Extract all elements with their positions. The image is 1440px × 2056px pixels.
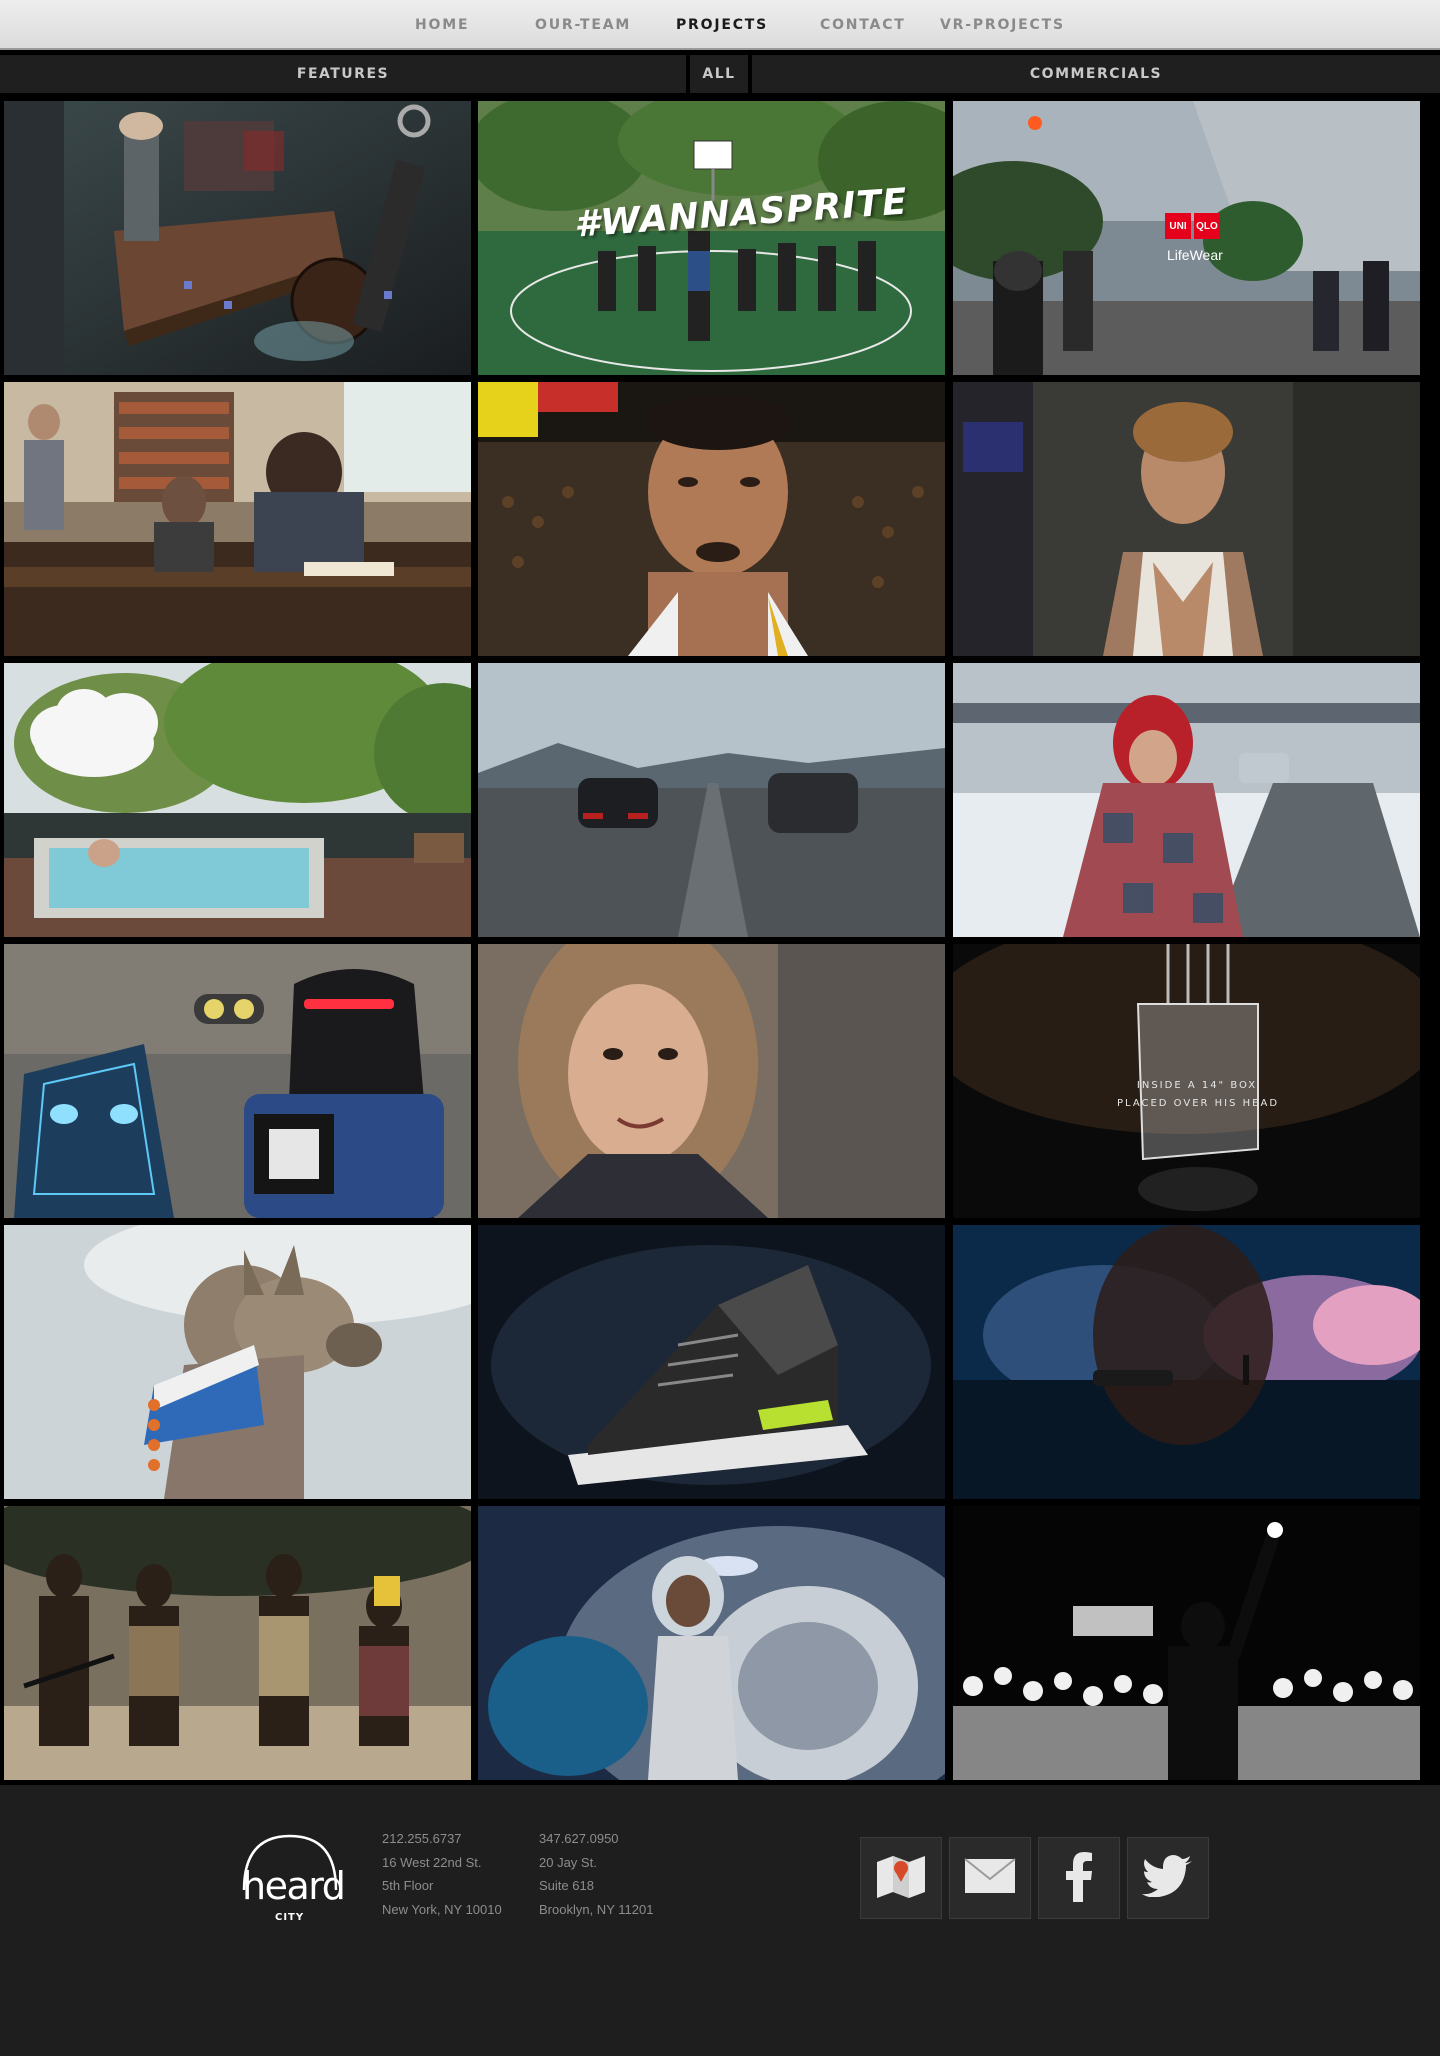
map-icon xyxy=(873,1852,929,1905)
filter-commercials[interactable]: COMMERCIALS xyxy=(752,55,1440,93)
project-tile-woman-closeup[interactable] xyxy=(478,944,945,1218)
project-grid: #WANNASPRITE UNI QLO LifeWear INSIDE A 1… xyxy=(0,99,1440,1785)
project-tile-basketball-player[interactable] xyxy=(478,382,945,656)
project-tile-portrait-drape[interactable] xyxy=(953,382,1420,656)
uniqlo-tagline: LifeWear xyxy=(1167,247,1223,263)
project-tile-library[interactable] xyxy=(4,382,471,656)
address-line: 20 Jay St. xyxy=(539,1854,597,1870)
project-tile-llama[interactable] xyxy=(4,1225,471,1499)
nav-projects[interactable]: PROJECTS xyxy=(676,17,768,33)
heard-city-logo[interactable]: heard CITY xyxy=(240,1828,346,1938)
project-tile-astronaut[interactable] xyxy=(478,1506,945,1780)
project-tile-robots[interactable] xyxy=(4,944,471,1218)
address-line: 16 West 22nd St. xyxy=(382,1854,482,1870)
project-tile-soldiers[interactable] xyxy=(4,1506,471,1780)
top-nav: HOME OUR-TEAM PROJECTS CONTACT VR-PROJEC… xyxy=(0,0,1440,50)
project-tile-wannasprite[interactable]: #WANNASPRITE xyxy=(478,101,945,375)
uniqlo-logo-left: UNI xyxy=(1165,213,1191,239)
logo-sub: CITY xyxy=(275,1912,305,1923)
project-tile-uniqlo[interactable]: UNI QLO LifeWear xyxy=(953,101,1420,375)
nav-home[interactable]: HOME xyxy=(415,17,469,33)
map-button[interactable] xyxy=(860,1837,942,1919)
project-tile-racing-cars[interactable] xyxy=(478,663,945,937)
ice-box-caption-1: INSIDE A 14" BOX xyxy=(1136,1080,1258,1091)
address-line: Suite 618 xyxy=(539,1878,594,1893)
project-tile-sneaker[interactable] xyxy=(478,1225,945,1499)
logo-word: heard xyxy=(242,1864,346,1908)
project-tile-double-exposure[interactable] xyxy=(953,1225,1420,1499)
project-tile-hot-tub-cloud[interactable] xyxy=(4,663,471,937)
address-line: New York, NY 10010 xyxy=(382,1901,502,1917)
filter-features[interactable]: FEATURES xyxy=(0,55,686,93)
uniqlo-logo-right: QLO xyxy=(1194,213,1220,239)
mail-icon xyxy=(963,1857,1017,1900)
address-new-york: 212.255.6737 16 West 22nd St. 5th Floor … xyxy=(382,1827,502,1921)
nav-vr-projects[interactable]: VR-PROJECTS xyxy=(940,17,1065,33)
address-line[interactable]: 212.255.6737 xyxy=(382,1827,502,1851)
filter-all[interactable]: ALL xyxy=(690,55,748,93)
project-tile-ice-box[interactable]: INSIDE A 14" BOX PLACED OVER HIS HEAD xyxy=(953,944,1420,1218)
filter-nav: FEATURES ALL COMMERCIALS xyxy=(0,53,1440,95)
facebook-button[interactable] xyxy=(1038,1837,1120,1919)
address-line: 5th Floor xyxy=(382,1878,434,1893)
footer: heard CITY 212.255.6737 16 West 22nd St.… xyxy=(0,1785,1440,2056)
address-line[interactable]: 347.627.0950 xyxy=(539,1827,653,1851)
nav-contact[interactable]: CONTACT xyxy=(820,17,906,33)
project-tile-concert-crowd[interactable] xyxy=(953,1506,1420,1780)
project-tile-red-hood[interactable] xyxy=(953,663,1420,937)
twitter-icon xyxy=(1142,1854,1194,1902)
twitter-button[interactable] xyxy=(1127,1837,1209,1919)
ice-box-caption-2: PLACED OVER HIS HEAD xyxy=(1116,1098,1280,1109)
project-tile-office-explosion[interactable] xyxy=(4,101,471,375)
facebook-icon xyxy=(1059,1850,1099,1907)
mail-button[interactable] xyxy=(949,1837,1031,1919)
address-brooklyn: 347.627.0950 20 Jay St. Suite 618 Brookl… xyxy=(539,1827,653,1921)
nav-our-team[interactable]: OUR-TEAM xyxy=(535,17,631,33)
address-line: Brooklyn, NY 11201 xyxy=(539,1901,654,1917)
